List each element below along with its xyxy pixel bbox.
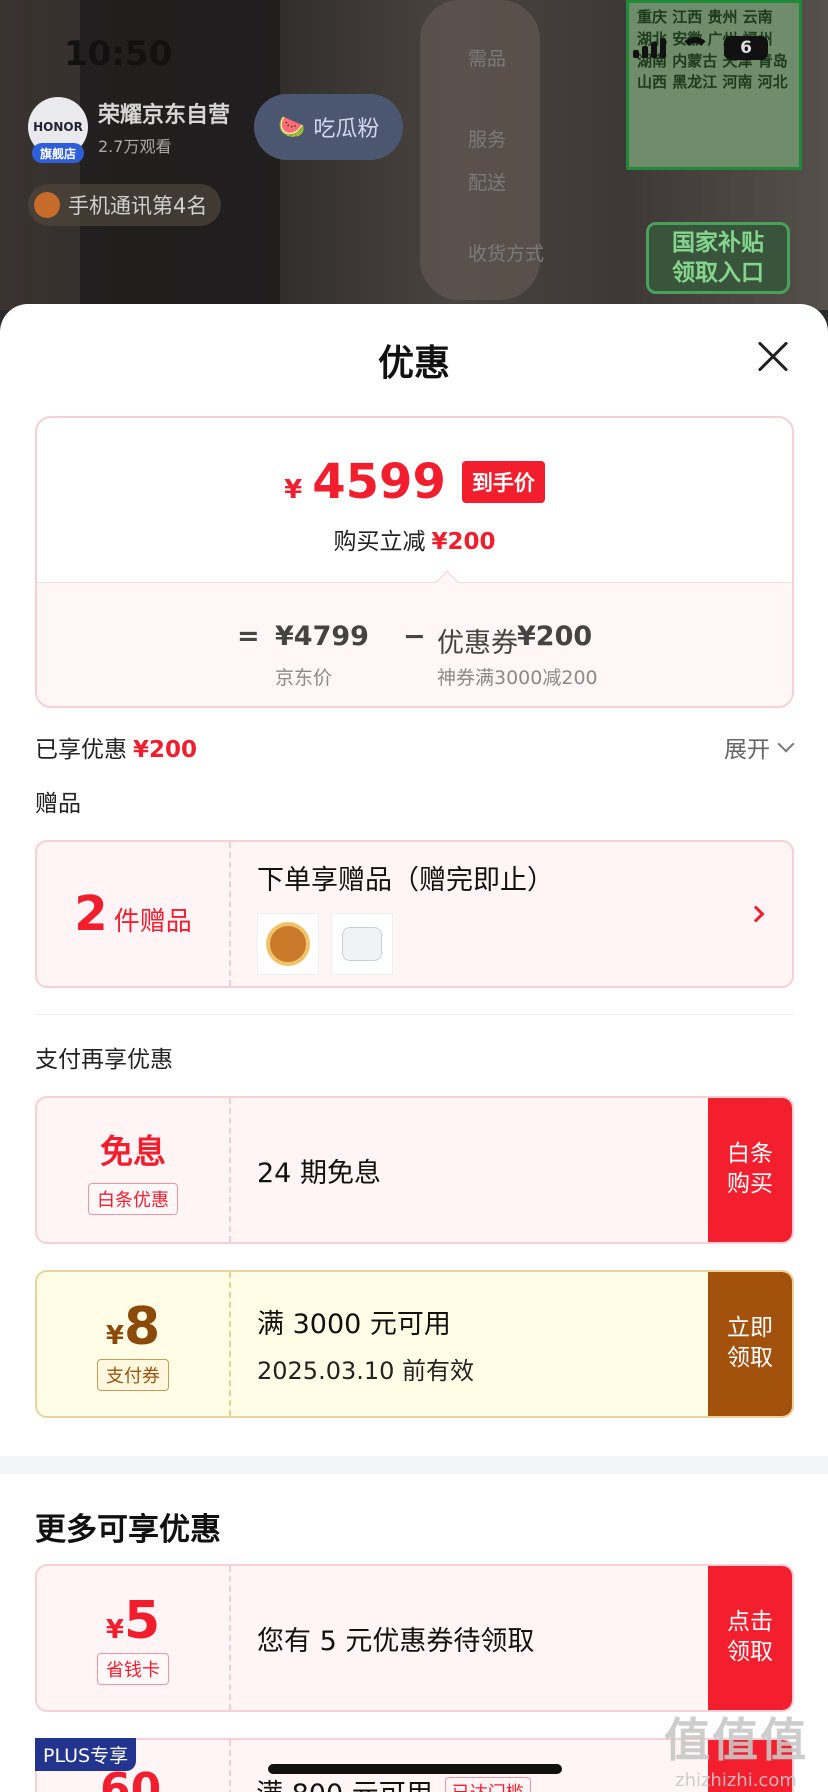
interest-free-box: 免息 白条优惠 [37, 1098, 231, 1242]
saver-card-coupon: ¥ 5 省钱卡 您有 5 元优惠券待领取 点击领取 [35, 1564, 794, 1712]
gift-card[interactable]: 2 件赠品 下单享赠品（赠完即止） [35, 840, 794, 988]
pay-section-label: 支付再享优惠 [35, 1047, 173, 1073]
status-icons: 6 [633, 36, 768, 60]
final-price-badge: 到手价 [461, 461, 545, 503]
interest-free-card: 免息 白条优惠 24 期免息 白条购买 [35, 1096, 794, 1244]
equals-sign: = [237, 621, 260, 652]
reduction-label: 购买立减 [333, 529, 426, 555]
background-side-labels: 需品 服务 配送 收货方式 [468, 48, 545, 265]
watermark-url: zhizhizhi.com [675, 1770, 797, 1791]
saver-tag: 省钱卡 [97, 1653, 169, 1685]
instant-reduction: 购买立减 ¥200 [37, 522, 792, 556]
final-price-currency: ¥ [284, 475, 303, 505]
gift-image-1 [257, 913, 319, 975]
saver-amount: 5 [123, 1591, 161, 1651]
national-subsidy-button[interactable]: 国家补贴 领取入口 [646, 222, 790, 294]
rank-badge[interactable]: 手机通讯第4名 [28, 184, 222, 226]
avatar-brand: HONOR [33, 120, 83, 134]
watermark-logo: 值值值 [664, 1713, 808, 1767]
pay-coupon-amount: 8 [123, 1297, 161, 1357]
status-time: 10:50 [64, 34, 173, 74]
signal-icon [633, 38, 666, 58]
home-indicator[interactable] [268, 1764, 562, 1774]
gifts-section-label: 赠品 [35, 791, 81, 817]
plus-badge: 已达门槛 [444, 1776, 531, 1792]
saver-detail: 您有 5 元优惠券待领取 [257, 1566, 682, 1710]
enjoyed-discount: 已享优惠 ¥200 [35, 730, 197, 764]
wifi-icon [680, 37, 710, 59]
gift-detail: 下单享赠品（赠完即止） [257, 842, 682, 986]
pay-coupon-card: ¥ 8 支付券 满 3000 元可用 2025.03.10 前有效 立即领取 [35, 1270, 794, 1418]
view-count: 2.7万观看 [98, 137, 172, 156]
expand-label: 展开 [724, 737, 770, 763]
coupon-label: 优惠券 [437, 628, 518, 659]
fire-icon [34, 192, 60, 218]
gift-icon: 🍉 [278, 114, 306, 140]
enjoyed-label: 已享优惠 [35, 737, 127, 763]
enjoyed-amount: ¥200 [133, 737, 198, 763]
base-price: ¥4799 [275, 621, 369, 652]
gift-images [257, 913, 682, 975]
pay-coupon-tag: 支付券 [97, 1359, 169, 1391]
interest-free-detail: 24 期免息 [257, 1098, 682, 1242]
saver-text: 您有 5 元优惠券待领取 [257, 1625, 535, 1657]
final-price: 4599 [312, 454, 446, 510]
gift-count: 2 [74, 886, 108, 942]
flagship-tag: 旗舰店 [32, 143, 84, 163]
sheet-title: 优惠 [377, 343, 450, 384]
plus-threshold: 满 800 元可用 [256, 1772, 433, 1792]
gift-title: 下单享赠品（赠完即止） [257, 865, 554, 896]
interest-free-title: 免息 [100, 1132, 166, 1171]
interest-free-text: 24 期免息 [257, 1157, 381, 1189]
gift-count-box: 2 件赠品 [37, 842, 231, 986]
minus-sign: − [403, 621, 426, 652]
chevron-right-icon [747, 905, 765, 923]
pay-coupon-expiry: 2025.03.10 前有效 [257, 1357, 475, 1385]
baitiao-buy-button[interactable]: 白条购买 [708, 1098, 792, 1242]
battery-icon: 6 [724, 36, 768, 60]
price-breakdown-card: ¥ 4599 到手价 购买立减 ¥200 = ¥4799 京东价 − 优惠券 ¥2… [35, 416, 794, 708]
more-discounts-title: 更多可享优惠 [35, 1512, 221, 1548]
follow-button[interactable]: 🍉 吃瓜粉 [254, 94, 404, 160]
region-map-card: 重庆 江西 贵州 云南 湖北 安徽 广州 福州 湖南 内蒙古 天津 青岛 山西 … [626, 0, 802, 170]
pay-coupon-threshold: 满 3000 元可用 [257, 1309, 451, 1340]
base-price-label: 京东价 [275, 667, 333, 689]
store-name: 荣耀京东自营 [98, 103, 231, 128]
gift-count-label: 件赠品 [113, 907, 192, 937]
saver-currency: ¥ [105, 1615, 124, 1645]
watermark: 值值值 zhizhizhi.com [664, 1704, 808, 1791]
gift-image-2 [331, 913, 393, 975]
discount-sheet: 优惠 ¥ 4599 到手价 购买立减 ¥200 = ¥4799 京东价 − 优惠券… [0, 304, 828, 1792]
chevron-down-icon [777, 735, 795, 753]
live-header: HONOR 旗舰店 荣耀京东自营 2.7万观看 🍉 吃瓜粉 [28, 94, 404, 163]
follow-label: 吃瓜粉 [313, 117, 380, 142]
pay-coupon-detail: 满 3000 元可用 2025.03.10 前有效 [257, 1272, 682, 1416]
close-icon[interactable] [756, 340, 790, 374]
saver-card-box: ¥ 5 省钱卡 [37, 1566, 231, 1710]
section-divider [35, 1014, 794, 1015]
rank-label: 手机通讯第4名 [68, 194, 208, 218]
store-avatar[interactable]: HONOR 旗舰店 [28, 97, 88, 163]
coupon-amount: ¥200 [517, 621, 593, 652]
pay-coupon-box: ¥ 8 支付券 [37, 1272, 231, 1416]
expand-toggle[interactable]: 展开 [724, 730, 795, 764]
plus-detail: 满 800 元可用 已达门槛 [256, 1772, 531, 1792]
plus-tag: PLUS专享 [35, 1738, 137, 1771]
reduction-amount: ¥200 [431, 529, 496, 555]
pay-coupon-currency: ¥ [105, 1321, 124, 1351]
price-formula: = ¥4799 京东价 − 优惠券 ¥200 神券满3000减200 [37, 582, 792, 706]
claim-saver-button[interactable]: 点击领取 [708, 1566, 792, 1710]
section-spacer [0, 1456, 828, 1474]
claim-pay-coupon-button[interactable]: 立即领取 [708, 1272, 792, 1416]
baitiao-tag: 白条优惠 [88, 1183, 178, 1215]
coupon-note: 神券满3000减200 [437, 667, 598, 689]
